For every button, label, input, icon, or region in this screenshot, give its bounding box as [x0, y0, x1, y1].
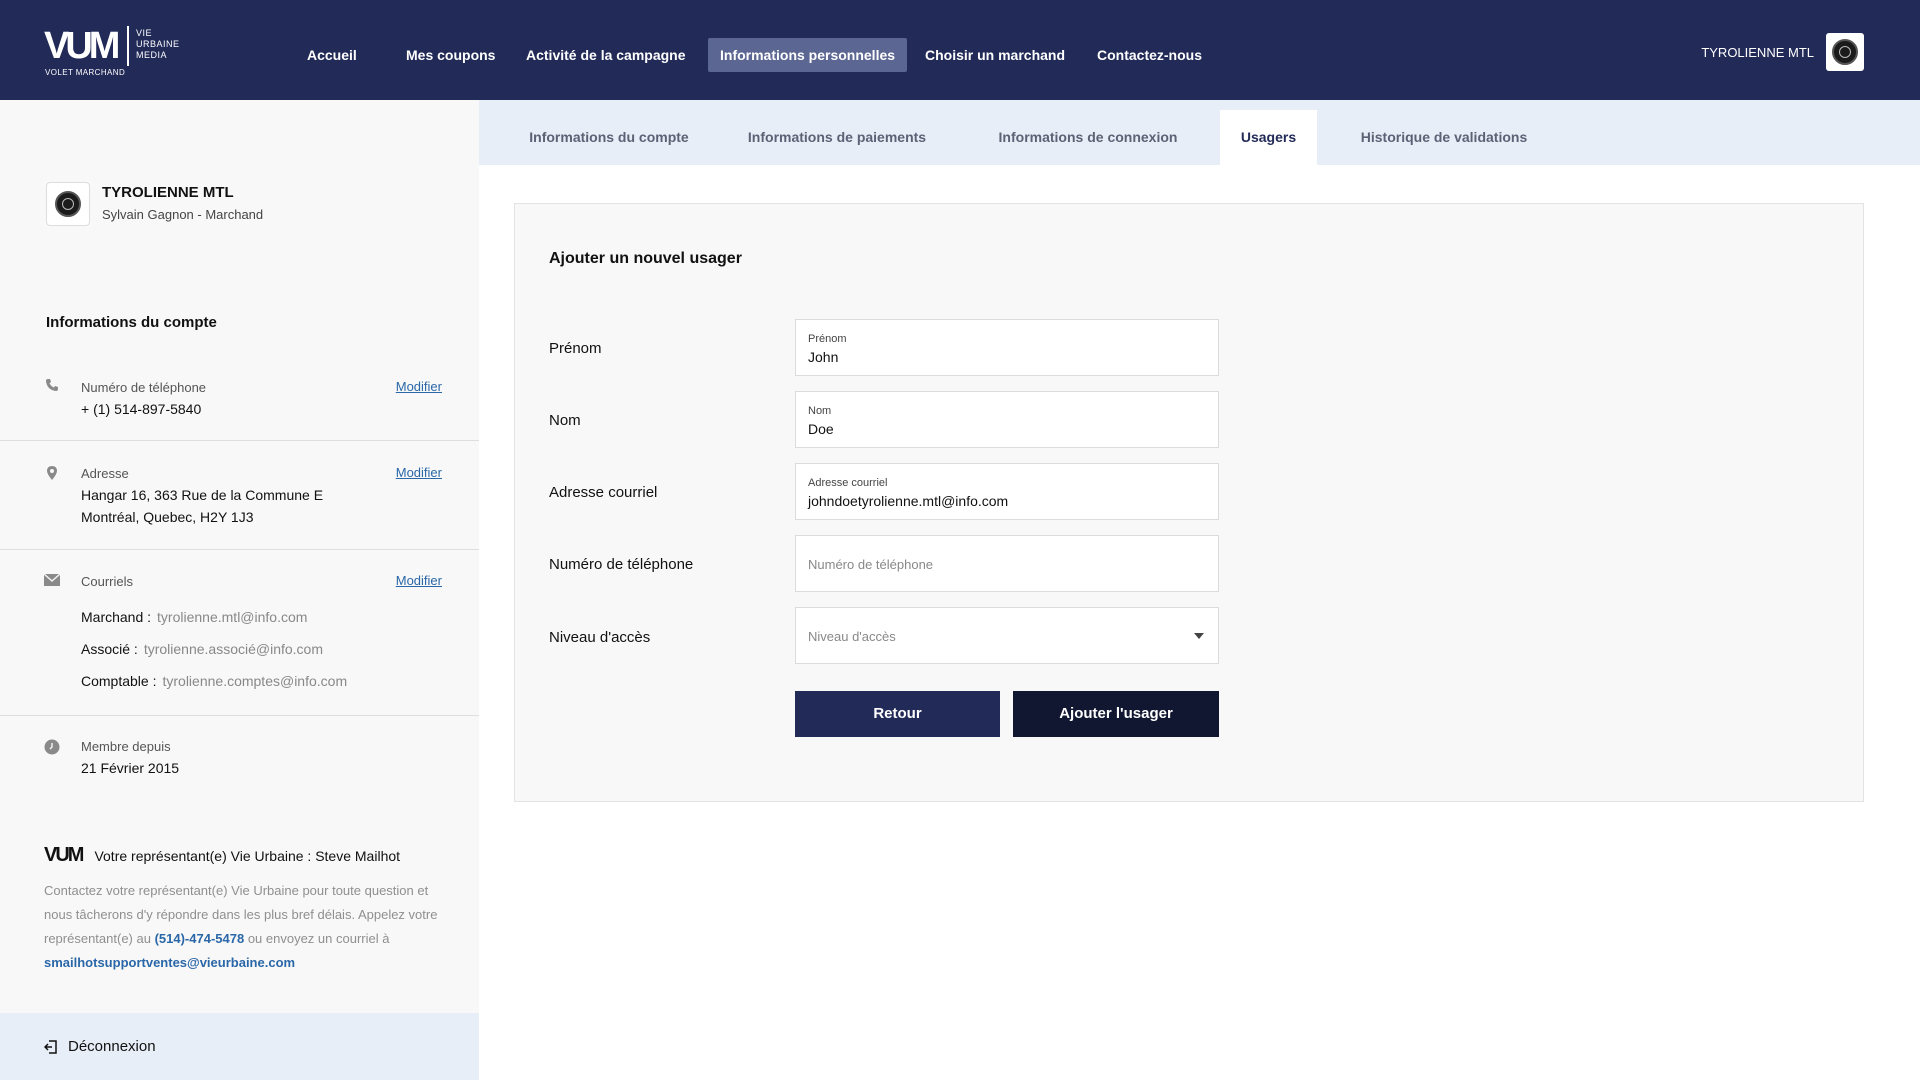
modify-phone-link[interactable]: Modifier — [396, 379, 442, 394]
member-since-label: Membre depuis — [81, 739, 171, 754]
first-name-label: Prénom — [549, 340, 602, 357]
merchant-badge-icon — [1832, 39, 1858, 65]
last-name-value: Doe — [808, 421, 834, 437]
logo-separator — [127, 26, 129, 66]
logo-line: MEDIA — [136, 50, 168, 60]
access-level-select[interactable]: Niveau d'accès — [795, 607, 1219, 664]
email-value: tyrolienne.associé@info.com — [143, 641, 323, 657]
phone-field-label: Numéro de téléphone — [549, 556, 694, 573]
phone-field[interactable]: Numéro de téléphone — [795, 535, 1219, 592]
logo-line: URBAINE — [136, 39, 180, 49]
avatar[interactable] — [1826, 33, 1864, 71]
address-line-1: Hangar 16, 363 Rue de la Commune E — [81, 487, 324, 503]
add-user-button[interactable]: Ajouter l'usager — [1013, 691, 1219, 737]
nav-item-accueil[interactable]: Accueil — [295, 38, 369, 72]
logout-label: Déconnexion — [68, 1038, 156, 1055]
emails-info-block: Courriels Modifier Marchand : tyrolienne.… — [0, 550, 479, 716]
modify-address-link[interactable]: Modifier — [396, 465, 442, 480]
email-float-label: Adresse courriel — [808, 477, 888, 489]
member-since-value: 21 Février 2015 — [81, 760, 180, 776]
address-info-block: Adresse Hangar 16, 363 Rue de la Commune… — [0, 441, 479, 550]
phone-info-block: Numéro de téléphone + (1) 514-897-5840 M… — [0, 358, 479, 441]
rep-phone-link[interactable]: (514)-474-5478 — [155, 931, 245, 946]
tab-usagers[interactable]: Usagers — [1220, 110, 1317, 165]
first-name-value: John — [808, 349, 839, 365]
clock-icon — [44, 739, 60, 755]
email-label: Adresse courriel — [549, 484, 658, 501]
logout-icon — [43, 1039, 58, 1054]
rep-logo: VUM — [44, 844, 84, 866]
user-menu[interactable]: TYROLIENNE MTL — [1701, 33, 1864, 71]
tab-historique-validations[interactable]: Historique de validations — [1342, 110, 1546, 165]
last-name-field[interactable]: Nom Doe — [795, 391, 1219, 448]
email-field[interactable]: Adresse courriel johndoetyrolienne.mtl@i… — [795, 463, 1219, 520]
logo-side-text: VIE URBAINE MEDIA — [136, 28, 180, 61]
top-navigation-bar: VUM VIE URBAINE MEDIA VOLET MARCHAND Acc… — [0, 0, 1920, 100]
rep-title: Votre représentant(e) Vie Urbaine : Stev… — [94, 847, 401, 864]
email-value: tyrolienne.mtl@info.com — [157, 609, 308, 625]
modify-emails-link[interactable]: Modifier — [396, 573, 442, 588]
nav-item-choisir-marchand[interactable]: Choisir un marchand — [913, 38, 1077, 72]
email-row-marchand: Marchand : tyrolienne.mtl@info.com — [81, 609, 307, 625]
last-name-label: Nom — [549, 412, 581, 429]
add-user-form: Ajouter un nouvel usager Prénom Prénom J… — [514, 203, 1864, 802]
account-subtabs: Informations du compte Informations de p… — [479, 100, 1920, 165]
location-pin-icon — [44, 465, 60, 481]
email-key: Marchand : — [81, 609, 152, 625]
rep-email-link[interactable]: smailhotsupportventes@vieurbaine.com — [44, 955, 295, 970]
first-name-field[interactable]: Prénom John — [795, 319, 1219, 376]
email-row-comptable: Comptable : tyrolienne.comptes@info.com — [81, 673, 347, 689]
emails-label: Courriels — [81, 574, 134, 589]
email-value: johndoetyrolienne.mtl@info.com — [808, 493, 1009, 509]
phone-label: Numéro de téléphone — [81, 380, 207, 395]
logo-subtitle: VOLET MARCHAND — [45, 68, 126, 77]
back-button[interactable]: Retour — [795, 691, 1000, 737]
merchant-subtitle: Sylvain Gagnon - Marchand — [102, 207, 264, 222]
form-title: Ajouter un nouvel usager — [549, 250, 742, 267]
email-value: tyrolienne.comptes@info.com — [162, 673, 348, 689]
representative-block: VUM Votre représentant(e) Vie Urbaine : … — [44, 844, 448, 975]
email-row-associe: Associé : tyrolienne.associé@info.com — [81, 641, 323, 657]
phone-value: + (1) 514-897-5840 — [81, 401, 202, 417]
access-level-placeholder: Niveau d'accès — [808, 629, 896, 644]
tab-informations-compte[interactable]: Informations du compte — [511, 110, 707, 165]
tab-informations-paiements[interactable]: Informations de paiements — [731, 110, 943, 165]
merchant-name: TYROLIENNE MTL — [102, 184, 234, 201]
account-sidebar: TYROLIENNE MTL Sylvain Gagnon - Marchand… — [0, 100, 479, 1080]
logo-line: VIE — [136, 28, 153, 38]
email-key: Associé : — [81, 641, 138, 657]
nav-item-mes-coupons[interactable]: Mes coupons — [394, 38, 507, 72]
logout-button[interactable]: Déconnexion — [0, 1013, 479, 1080]
last-name-float-label: Nom — [808, 405, 832, 417]
merchant-header: TYROLIENNE MTL Sylvain Gagnon - Marchand — [46, 182, 263, 226]
member-since-block: Membre depuis 21 Février 2015 — [0, 716, 479, 806]
logo-mark: VUM — [44, 25, 120, 67]
merchant-badge-icon — [55, 191, 81, 217]
chevron-down-icon — [1194, 633, 1204, 639]
nav-item-informations-personnelles[interactable]: Informations personnelles — [708, 38, 908, 72]
first-name-float-label: Prénom — [808, 333, 847, 345]
address-label: Adresse — [81, 466, 129, 481]
merchant-logo — [46, 182, 90, 226]
access-level-label: Niveau d'accès — [549, 629, 651, 646]
rep-text-b: ou envoyez un courriel à — [244, 931, 390, 946]
brand-logo[interactable]: VUM VIE URBAINE MEDIA VOLET MARCHAND — [44, 24, 194, 80]
address-line-2: Montréal, Quebec, H2Y 1J3 — [81, 509, 254, 525]
tab-informations-connexion[interactable]: Informations de connexion — [988, 110, 1188, 165]
nav-item-activite-campagne[interactable]: Activité de la campagne — [514, 38, 698, 72]
user-name: TYROLIENNE MTL — [1701, 44, 1814, 60]
phone-placeholder: Numéro de téléphone — [808, 557, 934, 572]
envelope-icon — [43, 573, 61, 590]
sidebar-section-title: Informations du compte — [46, 314, 217, 331]
rep-description: Contactez votre représentant(e) Vie Urba… — [44, 879, 448, 975]
email-key: Comptable : — [81, 673, 157, 689]
nav-item-contactez-nous[interactable]: Contactez-nous — [1085, 38, 1214, 72]
phone-icon — [44, 378, 60, 394]
